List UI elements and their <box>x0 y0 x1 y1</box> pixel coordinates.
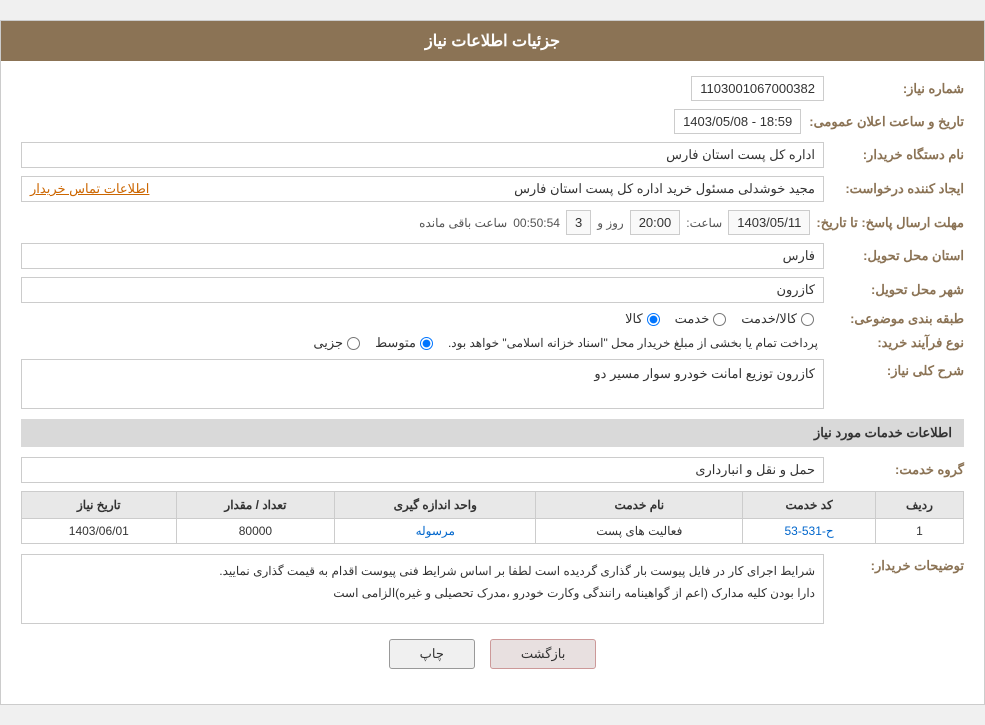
creator-label: ایجاد کننده درخواست: <box>824 181 964 197</box>
category-label-kala: کالا <box>625 311 643 327</box>
deadline-time: 20:00 <box>630 210 681 235</box>
table-header-row: ردیف کد خدمت نام خدمت واحد اندازه گیری ت… <box>22 492 964 519</box>
category-radio-group: کالا/خدمت خدمت کالا <box>625 311 814 327</box>
deadline-time-label: ساعت: <box>686 216 722 230</box>
buyer-name-value: اداره کل پست استان فارس <box>21 142 824 168</box>
col-date: تاریخ نیاز <box>22 492 177 519</box>
creator-row: ایجاد کننده درخواست: مجید خوشدلی مسئول خ… <box>21 176 964 202</box>
buyer-desc-value: شرایط اجرای کار در فایل پیوست بار گذاری … <box>21 554 824 624</box>
creator-name: مجید خوشدلی مسئول خرید اداره کل پست استا… <box>514 181 815 197</box>
province-value: فارس <box>21 243 824 269</box>
process-label: نوع فرآیند خرید: <box>824 335 964 351</box>
deadline-days: 3 <box>566 210 591 235</box>
col-name: نام خدمت <box>536 492 743 519</box>
col-code: کد خدمت <box>743 492 876 519</box>
deadline-row: مهلت ارسال پاسخ: تا تاریخ: 1403/05/11 سا… <box>21 210 964 235</box>
need-number-label: شماره نیاز: <box>824 81 964 97</box>
category-label-khedmat: خدمت <box>675 311 710 327</box>
category-option-kala[interactable]: کالا <box>625 311 660 327</box>
process-note: پرداخت تمام یا بخشی از مبلغ خریدار محل "… <box>448 336 818 350</box>
items-table: ردیف کد خدمت نام خدمت واحد اندازه گیری ت… <box>21 491 964 544</box>
need-number-value: 1103001067000382 <box>691 76 824 101</box>
city-value: کازرون <box>21 277 824 303</box>
category-label: طبقه بندی موضوعی: <box>824 311 964 327</box>
col-unit: واحد اندازه گیری <box>335 492 536 519</box>
services-section-header: اطلاعات خدمات مورد نیاز <box>21 419 964 447</box>
cell-date: 1403/06/01 <box>22 519 177 544</box>
cell-code: ح-531-53 <box>743 519 876 544</box>
category-row: طبقه بندی موضوعی: کالا/خدمت خدمت کالا <box>21 311 964 327</box>
page-header: جزئیات اطلاعات نیاز <box>1 21 984 61</box>
announcement-date-value: 1403/05/08 - 18:59 <box>674 109 801 134</box>
process-row: نوع فرآیند خرید: پرداخت تمام یا بخشی از … <box>21 335 964 351</box>
need-desc-label: شرح کلی نیاز: <box>824 359 964 379</box>
category-radio-kala-khedmat[interactable] <box>801 313 814 326</box>
creator-contact-link[interactable]: اطلاعات تماس خریدار <box>30 181 149 197</box>
table-body: 1 ح-531-53 فعالیت های پست مرسوله 80000 1… <box>22 519 964 544</box>
deadline-label: مهلت ارسال پاسخ: تا تاریخ: <box>816 215 964 231</box>
category-radio-kala[interactable] <box>647 313 660 326</box>
service-group-value: حمل و نقل و انبارداری <box>21 457 824 483</box>
buyer-desc-label: توضیحات خریدار: <box>824 554 964 574</box>
process-radio-small[interactable] <box>347 337 360 350</box>
need-desc-value: کازرون توزیع امانت خودرو سوار مسیر دو <box>21 359 824 409</box>
deadline-days-label: روز و <box>597 216 624 230</box>
province-row: استان محل تحویل: فارس <box>21 243 964 269</box>
cell-quantity: 80000 <box>176 519 335 544</box>
process-option-medium[interactable]: متوسط <box>375 335 433 351</box>
service-group-row: گروه خدمت: حمل و نقل و انبارداری <box>21 457 964 483</box>
category-option-khedmat[interactable]: خدمت <box>675 311 727 327</box>
page-title: جزئیات اطلاعات نیاز <box>425 33 560 50</box>
creator-value: مجید خوشدلی مسئول خرید اداره کل پست استا… <box>21 176 824 202</box>
col-row: ردیف <box>875 492 963 519</box>
cell-unit: مرسوله <box>335 519 536 544</box>
buyer-name-row: نام دستگاه خریدار: اداره کل پست استان فا… <box>21 142 964 168</box>
cell-row: 1 <box>875 519 963 544</box>
process-radio-medium[interactable] <box>420 337 433 350</box>
deadline-remaining: 00:50:54 <box>513 216 560 230</box>
category-label-kala-khedmat: کالا/خدمت <box>741 311 797 327</box>
process-label-small: جزیی <box>313 335 343 351</box>
announcement-date-row: تاریخ و ساعت اعلان عمومی: 1403/05/08 - 1… <box>21 109 964 134</box>
content-area: شماره نیاز: 1103001067000382 تاریخ و ساع… <box>1 61 984 704</box>
announcement-date-label: تاریخ و ساعت اعلان عمومی: <box>801 114 964 130</box>
deadline-remaining-label: ساعت باقی مانده <box>419 216 507 230</box>
service-group-label: گروه خدمت: <box>824 462 964 478</box>
need-desc-row: شرح کلی نیاز: کازرون توزیع امانت خودرو س… <box>21 359 964 409</box>
need-number-row: شماره نیاز: 1103001067000382 <box>21 76 964 101</box>
table-header: ردیف کد خدمت نام خدمت واحد اندازه گیری ت… <box>22 492 964 519</box>
category-option-kala-khedmat[interactable]: کالا/خدمت <box>741 311 814 327</box>
process-radio-group: پرداخت تمام یا بخشی از مبلغ خریدار محل "… <box>313 335 818 351</box>
buttons-row: بازگشت چاپ <box>21 639 964 689</box>
process-option-small[interactable]: جزیی <box>313 335 360 351</box>
buyer-desc-row: توضیحات خریدار: شرایط اجرای کار در فایل … <box>21 554 964 624</box>
city-row: شهر محل تحویل: کازرون <box>21 277 964 303</box>
table-row: 1 ح-531-53 فعالیت های پست مرسوله 80000 1… <box>22 519 964 544</box>
city-label: شهر محل تحویل: <box>824 282 964 298</box>
province-label: استان محل تحویل: <box>824 248 964 264</box>
deadline-date: 1403/05/11 <box>728 210 810 235</box>
col-quantity: تعداد / مقدار <box>176 492 335 519</box>
process-label-medium: متوسط <box>375 335 416 351</box>
print-button[interactable]: چاپ <box>389 639 475 669</box>
buyer-name-label: نام دستگاه خریدار: <box>824 147 964 163</box>
cell-name: فعالیت های پست <box>536 519 743 544</box>
back-button[interactable]: بازگشت <box>490 639 596 669</box>
main-container: جزئیات اطلاعات نیاز شماره نیاز: 11030010… <box>0 20 985 705</box>
category-radio-khedmat[interactable] <box>713 313 726 326</box>
